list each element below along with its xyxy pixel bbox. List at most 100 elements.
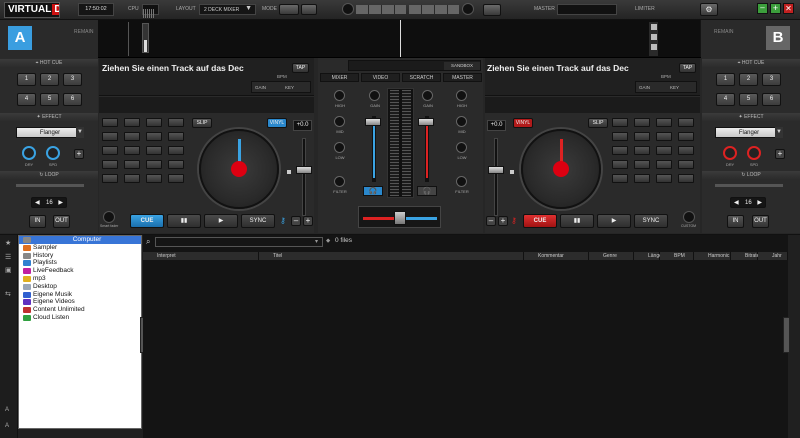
- deck-b-pad[interactable]: [656, 160, 672, 169]
- column-header-harmonic[interactable]: Harmonic: [694, 252, 731, 260]
- deck-a-pad[interactable]: [168, 146, 184, 155]
- column-header-länge[interactable]: Länge: [634, 252, 662, 260]
- left-waveform-zoom[interactable]: [142, 23, 149, 53]
- deck-b-vinyl-button[interactable]: VINYL: [513, 118, 533, 128]
- tree-item-livefeedback[interactable]: LiveFeedback: [19, 267, 141, 275]
- deck-b-pad[interactable]: [634, 146, 650, 155]
- deck-b-pitch-handle[interactable]: [488, 166, 504, 174]
- deck-a-tap-button[interactable]: TAP: [292, 63, 309, 73]
- deck-b-pad[interactable]: [612, 146, 628, 155]
- left-hotcue-4[interactable]: 4: [17, 93, 36, 106]
- column-header-genre[interactable]: Genre: [589, 252, 634, 260]
- left-effect-spd-knob[interactable]: [46, 146, 60, 160]
- right-hotcue-1[interactable]: 1: [716, 73, 735, 86]
- deck-a-vinyl-button[interactable]: VINYL: [267, 118, 287, 128]
- mixer-b-headphone-icon[interactable]: 🎧: [417, 186, 437, 196]
- column-header-interpret[interactable]: Interpret: [143, 252, 259, 260]
- left-effect-add-button[interactable]: +: [74, 149, 84, 159]
- chevron-down-icon[interactable]: ▼: [775, 127, 783, 138]
- layout-select[interactable]: 2 DECK MIXER ▼: [199, 4, 256, 15]
- mixer-b-mid-knob[interactable]: [456, 116, 467, 127]
- left-hotcue-3[interactable]: 3: [63, 73, 82, 86]
- mixer-a-headphone-icon[interactable]: 🎧: [363, 186, 383, 196]
- crossfader-handle[interactable]: [394, 211, 406, 225]
- deck-a-pad[interactable]: [124, 118, 140, 127]
- left-loop-in-button[interactable]: IN: [29, 215, 46, 228]
- tree-item-playlists[interactable]: Playlists: [19, 259, 141, 267]
- tree-item-cloud-listen[interactable]: Cloud Listen: [19, 314, 141, 322]
- mixer-a-gain-knob[interactable]: [369, 90, 380, 101]
- mode-video-button[interactable]: [301, 4, 317, 15]
- maximize-button[interactable]: +: [770, 3, 781, 14]
- tree-item-eigene-musik[interactable]: Eigene Musik: [19, 291, 141, 299]
- deck-b-tap-button[interactable]: TAP: [679, 63, 696, 73]
- mixer-b-filter-knob[interactable]: [456, 176, 467, 187]
- right-hotcue-4[interactable]: 4: [716, 93, 735, 106]
- right-hotcue-3[interactable]: 3: [762, 73, 781, 86]
- sidelist-icon[interactable]: ⇆: [5, 290, 11, 298]
- left-hotcue-5[interactable]: 5: [40, 93, 59, 106]
- chevron-left-icon[interactable]: ◀: [35, 199, 40, 206]
- right-hotcue-2[interactable]: 2: [739, 73, 758, 86]
- tree-item-computer[interactable]: Computer: [19, 236, 141, 244]
- deck-a-pad[interactable]: [124, 174, 140, 183]
- mixer-b-high-knob[interactable]: [456, 90, 467, 101]
- search-options-icon[interactable]: ▾: [315, 238, 318, 245]
- deck-a-pad[interactable]: [168, 132, 184, 141]
- waveform-btn-1[interactable]: [651, 24, 657, 30]
- left-hotcue-6[interactable]: 6: [63, 93, 82, 106]
- left-master-knob[interactable]: [342, 3, 354, 15]
- deck-a-cue-button[interactable]: CUE: [130, 214, 164, 228]
- column-header-jahr[interactable]: Jahr: [758, 252, 788, 260]
- search-input[interactable]: [155, 237, 323, 247]
- mixer-b-volume-handle[interactable]: [418, 118, 434, 126]
- mode-turntable-button[interactable]: [279, 4, 299, 15]
- deck-a-pitch-handle[interactable]: [296, 166, 312, 174]
- deck-a-pad[interactable]: [124, 160, 140, 169]
- tab-mixer[interactable]: MIXER: [320, 73, 359, 82]
- deck-b-pad[interactable]: [656, 118, 672, 127]
- deck-b-pause-button[interactable]: ▮▮: [560, 214, 594, 228]
- deck-b-pitch-reset[interactable]: [510, 170, 514, 174]
- right-hotcue-5[interactable]: 5: [739, 93, 758, 106]
- deck-a-pitch-minus[interactable]: –: [291, 216, 301, 226]
- deck-b-sync-button[interactable]: SYNC: [634, 214, 668, 228]
- deck-a-pad[interactable]: [146, 174, 162, 183]
- right-loop-out-button[interactable]: OUT: [752, 215, 769, 228]
- mixer-b-low-knob[interactable]: [456, 142, 467, 153]
- font-decrease-icon[interactable]: A: [5, 423, 9, 429]
- deck-b-cue-button[interactable]: CUE: [523, 214, 557, 228]
- mixer-a-high-knob[interactable]: [334, 90, 345, 101]
- deck-b-pitch-slider[interactable]: [494, 138, 498, 216]
- close-button[interactable]: ✕: [783, 3, 794, 14]
- left-effect-dry-knob[interactable]: [22, 146, 36, 160]
- settings-gear-icon[interactable]: ⚙: [700, 3, 718, 16]
- waveform-area[interactable]: [0, 20, 800, 58]
- list-icon[interactable]: ☰: [5, 253, 11, 261]
- chevron-left-icon[interactable]: ◀: [734, 199, 739, 206]
- font-increase-icon[interactable]: A: [5, 407, 9, 413]
- folder-add-icon[interactable]: ▣: [5, 266, 12, 274]
- deck-b-pad[interactable]: [678, 132, 694, 141]
- deck-b-pad[interactable]: [678, 160, 694, 169]
- left-effect-select[interactable]: Flanger: [16, 127, 84, 138]
- deck-b-jogwheel[interactable]: [521, 129, 601, 209]
- deck-a-pad[interactable]: [102, 132, 118, 141]
- mixer-b-gain-knob[interactable]: [422, 90, 433, 101]
- deck-b-play-button[interactable]: ▶: [597, 214, 631, 228]
- deck-a-pause-button[interactable]: ▮▮: [167, 214, 201, 228]
- column-header-titel[interactable]: Titel: [259, 252, 524, 260]
- mixer-toggle-button[interactable]: [483, 4, 501, 16]
- waveform-btn-3[interactable]: [651, 44, 657, 50]
- deck-a-pad[interactable]: [146, 160, 162, 169]
- column-header-bitrate[interactable]: Bitrate: [731, 252, 759, 260]
- folder-tree[interactable]: Computer Sampler History Playlists LiveFeedb…: [18, 235, 142, 429]
- deck-a-pad[interactable]: [124, 146, 140, 155]
- right-effect-select[interactable]: Flanger: [715, 127, 783, 138]
- key-lock-icon[interactable]: ⚷: [280, 217, 288, 225]
- deck-b-pad[interactable]: [634, 132, 650, 141]
- right-effect-spd-knob[interactable]: [747, 146, 761, 160]
- tree-item-history[interactable]: History: [19, 252, 141, 260]
- deck-a-pitch-plus[interactable]: +: [303, 216, 313, 226]
- crossfader-area[interactable]: [358, 206, 441, 228]
